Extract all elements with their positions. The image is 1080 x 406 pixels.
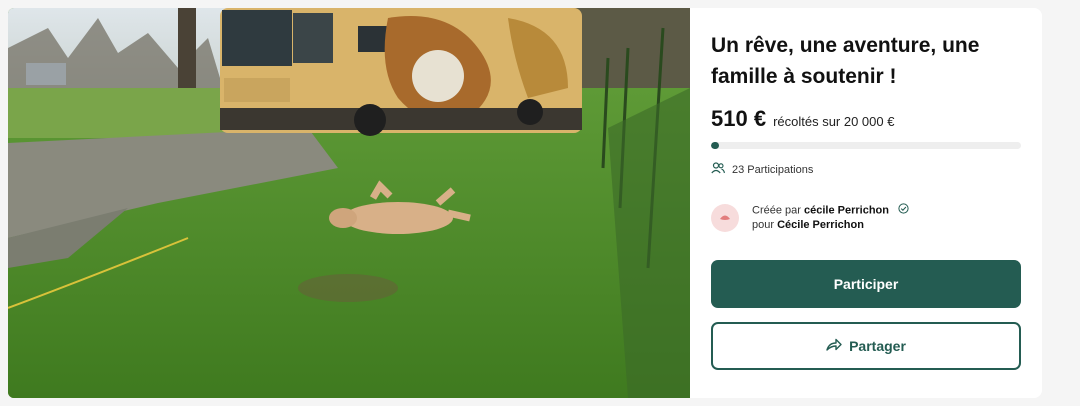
participate-button[interactable]: Participer bbox=[711, 260, 1021, 308]
share-button[interactable]: Partager bbox=[711, 322, 1021, 370]
creator-prefix: Créée par bbox=[752, 204, 801, 217]
creator-name[interactable]: cécile Perrichon bbox=[804, 204, 889, 216]
campaign-title: Un rêve, une aventure, une famille à sou… bbox=[711, 34, 980, 88]
avatar[interactable] bbox=[711, 203, 739, 232]
creator-info: Créée par cécile Perrichon pour Cécile P… bbox=[711, 203, 909, 232]
progress-bar bbox=[711, 142, 1021, 149]
amount-raised: 510 € bbox=[711, 106, 767, 131]
check-circle-icon bbox=[898, 203, 909, 218]
participations: 23 Participations bbox=[711, 162, 813, 177]
amount-row: 510 € récoltés sur 20 000 € bbox=[711, 106, 894, 132]
bus-illustration bbox=[220, 8, 582, 136]
share-arrow-icon bbox=[826, 338, 849, 355]
participations-count: 23 Participations bbox=[732, 163, 814, 176]
campaign-card: Un rêve, une aventure, une famille à sou… bbox=[690, 8, 1042, 398]
campaign-photo bbox=[8, 8, 690, 398]
creator-text: Créée par cécile Perrichon pour Cécile P… bbox=[752, 203, 909, 232]
users-icon bbox=[711, 162, 732, 177]
avatar-logo-icon bbox=[720, 215, 730, 220]
goal-text: récoltés sur 20 000 € bbox=[773, 114, 895, 129]
progress-fill bbox=[711, 142, 719, 149]
share-label: Partager bbox=[849, 338, 906, 354]
beneficiary-prefix: pour bbox=[752, 219, 775, 231]
beneficiary-name[interactable]: Cécile Perrichon bbox=[777, 219, 864, 231]
